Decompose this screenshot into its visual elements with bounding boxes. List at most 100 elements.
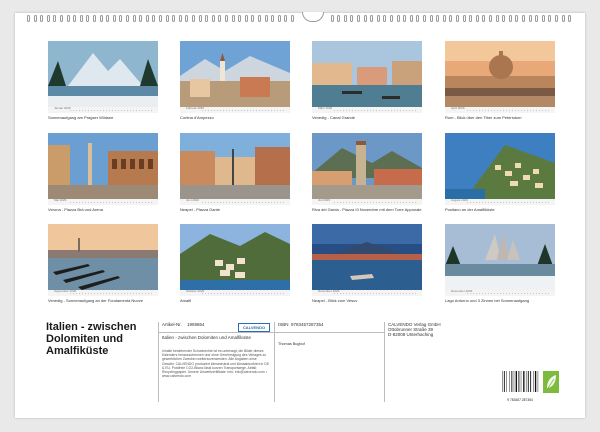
binding-ring <box>515 15 519 22</box>
photo-image <box>180 133 290 199</box>
month-name: Juni 2026 <box>186 198 200 202</box>
binding-ring <box>46 15 50 22</box>
binding-ring <box>145 15 149 22</box>
month-strip: August 2026 <box>445 198 555 205</box>
day-ticks <box>202 293 286 294</box>
month-strip: November 2026 <box>312 289 422 296</box>
photo-image <box>445 133 555 199</box>
article-number: 1959864 <box>187 322 205 327</box>
month-strip: Dezember 2026 <box>445 289 555 296</box>
photo-caption: Neapel - Blick zum Vesuv <box>312 298 358 303</box>
binding-ring <box>350 15 354 22</box>
photo-image <box>48 41 158 107</box>
binding-ring <box>205 15 209 22</box>
photo-caption: Venedig - Sonnenaufgang an der Fondament… <box>48 298 143 303</box>
binding-ring <box>86 15 90 22</box>
binding-ring <box>218 15 222 22</box>
binding-ring <box>548 15 552 22</box>
info-block-isbn: ISBN 9783457287354 Thomas Bugbuf <box>274 322 384 402</box>
binding-ring <box>409 15 413 22</box>
binding-ring <box>119 15 123 22</box>
binding-ring <box>251 15 255 22</box>
photo-caption: Neapel - Piazza Dante <box>180 207 221 212</box>
photo-image <box>312 41 422 107</box>
binding-ring <box>462 15 466 22</box>
photo-image <box>445 41 555 107</box>
binding-ring <box>264 15 268 22</box>
calvendo-logo: CALVENDO <box>238 323 270 332</box>
binding-ring <box>343 15 347 22</box>
month-name: Januar 2026 <box>54 106 71 110</box>
binding-ring <box>403 15 407 22</box>
binding-ring <box>291 15 294 22</box>
binding-ring <box>258 15 261 22</box>
barcode-bar <box>534 371 537 392</box>
barcode-number: 9 783457 287354 <box>507 398 533 402</box>
binding-ring <box>495 15 499 22</box>
day-ticks <box>202 110 286 111</box>
binding-ring <box>396 15 400 22</box>
month-strip: September 2026 <box>48 289 158 296</box>
calendar-photo: Februar 2026 <box>180 41 290 113</box>
binding-ring <box>475 15 479 22</box>
photo-image <box>445 224 555 290</box>
binding-ring <box>330 15 334 22</box>
binding-ring <box>337 15 341 22</box>
month-strip: April 2026 <box>445 106 555 113</box>
binding-ring <box>442 15 446 22</box>
binding-ring <box>185 15 189 22</box>
barcode-bar <box>515 371 517 392</box>
binding-ring <box>33 15 37 22</box>
binding-ring <box>238 15 242 22</box>
month-strip: März 2026 <box>312 106 422 113</box>
binding-ring <box>449 15 453 22</box>
photo-image <box>312 133 422 199</box>
day-ticks <box>70 202 154 203</box>
binding-ring <box>139 15 143 22</box>
month-strip: Oktober 2026 <box>180 289 290 296</box>
short-title: Italien - zwischen Dolomiten und Amalfik… <box>162 335 252 340</box>
photo-caption: Venedig - Canal Grande <box>312 115 355 120</box>
binding-ring <box>178 15 182 22</box>
month-name: August 2026 <box>451 198 468 202</box>
binding-ring <box>132 15 136 22</box>
isbn-label: ISBN <box>278 322 289 327</box>
binding-ring <box>172 15 176 22</box>
month-strip: Mai 2026 <box>48 198 158 205</box>
photo-image <box>180 41 290 107</box>
binding-ring <box>383 15 387 22</box>
binding-ring <box>528 15 532 22</box>
photo-image <box>180 224 290 290</box>
calendar-title: Italien - zwischen Dolomiten und Amalfik… <box>46 321 137 357</box>
binding-ring <box>211 15 215 22</box>
day-ticks <box>70 110 154 111</box>
publisher-line-3: D-82008 Unterhaching <box>388 332 434 337</box>
author-name: Thomas Bugbuf <box>278 342 305 346</box>
calendar-photo: März 2026 <box>312 41 422 113</box>
binding-ring <box>231 15 235 22</box>
binding-ring <box>482 15 486 22</box>
binding-ring <box>73 15 77 22</box>
calendar-photo: Mai 2026 <box>48 133 158 205</box>
day-ticks <box>334 202 418 203</box>
binding-ring <box>79 15 83 22</box>
binding-ring <box>541 15 545 22</box>
binding-ring <box>390 15 393 22</box>
binding-ring <box>535 15 539 22</box>
photo-image <box>48 133 158 199</box>
month-name: Mai 2026 <box>54 198 67 202</box>
binding-ring <box>225 15 228 22</box>
photo-image <box>48 224 158 290</box>
binding-ring <box>357 15 360 22</box>
photo-caption: Sonnenaufgang am Pragser Wildsee <box>48 115 114 120</box>
calendar-photo: August 2026 <box>445 133 555 205</box>
binding-ring <box>370 15 374 22</box>
month-name: März 2026 <box>318 106 333 110</box>
day-ticks <box>467 110 551 111</box>
binding-ring <box>568 15 572 22</box>
eco-leaf-icon <box>543 371 559 393</box>
binding-ring <box>436 15 440 22</box>
binding-ring <box>198 15 202 22</box>
photo-caption: Riva del Garda - Piazza III Novembre mit… <box>312 207 422 212</box>
month-strip: Juli 2026 <box>312 198 422 205</box>
